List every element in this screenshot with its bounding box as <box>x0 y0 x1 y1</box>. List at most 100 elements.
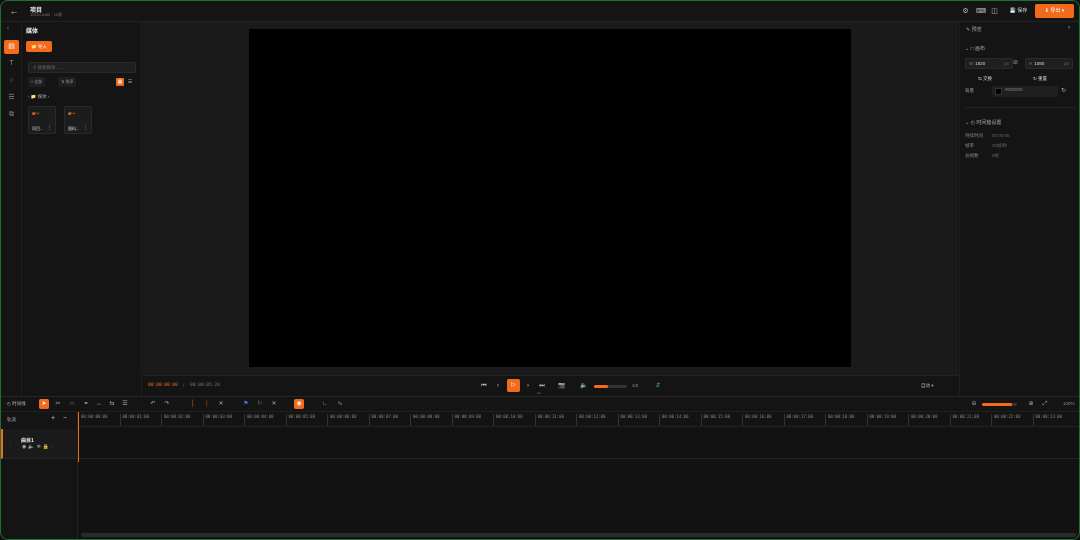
width-field[interactable]: W 1920 px <box>965 58 1013 69</box>
folder-label: 媒体 <box>37 94 47 99</box>
shape-icon[interactable]: ○ <box>4 74 19 88</box>
reset-button-label: 重置 <box>1038 76 1048 81</box>
framerate-row: 帧率 30帧/秒 <box>965 143 1007 149</box>
cut-scissors-icon[interactable]: ✂ <box>53 399 63 409</box>
grid-view-icon[interactable]: ▦ <box>116 78 124 86</box>
step-forward-icon[interactable]: › <box>523 381 533 391</box>
timeline-settings-label: 时间轴设置 <box>976 120 1002 126</box>
export-button[interactable]: ⬇ 导出 ▾ <box>1035 4 1074 18</box>
reset-background-icon[interactable]: ↻ <box>1061 87 1066 94</box>
lock-icon[interactable]: 🔒 <box>43 444 51 450</box>
ruler-tick: 00:00:23:00 <box>1032 414 1062 426</box>
folder-breadcrumb[interactable]: › 📁 媒体 › <box>28 94 49 100</box>
list-view-icon[interactable]: ☰ <box>126 78 134 86</box>
monitor-icon[interactable]: ◫ <box>990 7 999 16</box>
swap-clips-icon[interactable]: ⇆ <box>107 399 117 409</box>
clear-markers-icon[interactable]: ✕ <box>269 399 279 409</box>
reset-button[interactable]: ↻ 重置 <box>1033 74 1047 84</box>
collapse-right-icon[interactable]: › <box>1068 25 1070 31</box>
time-ruler[interactable]: 00:00:00:00 00:00:01:00 00:00:02:00 00:00:0… <box>78 412 1079 427</box>
ruler-tick: 00:00:15:00 <box>700 414 730 426</box>
stretch-icon[interactable]: ↔ <box>94 399 104 409</box>
keyboard-icon[interactable]: ⌨ <box>976 7 986 16</box>
fit-dropdown[interactable]: 自动 ▾ <box>921 383 934 389</box>
ruler-tick: 00:00:12:00 <box>576 414 606 426</box>
link-clips-icon[interactable]: ⚭ <box>81 399 91 409</box>
graph-icon[interactable]: ∟ <box>320 399 330 409</box>
media-library-icon[interactable]: ▤ <box>4 40 19 54</box>
ruler-tick: 00:00:16:00 <box>742 414 772 426</box>
sync-arrows-icon[interactable]: ⇵ <box>653 381 663 391</box>
drag-handle-icon[interactable]: ⋮ <box>8 439 13 445</box>
media-item-label: 图料... <box>68 126 80 131</box>
fit-to-view-icon[interactable]: ⤢ <box>1040 399 1050 409</box>
height-field[interactable]: H 1080 px <box>1025 58 1073 69</box>
ripple-icon[interactable]: ☰ <box>120 399 130 409</box>
ruler-tick: 00:00:08:00 <box>410 414 440 426</box>
timeline-panel: ◴ 时间线 ➤ ✂ ∩ ⚭ ↔ ⇆ ☰ ↶ ↷ │ │ ✕ ⚑ ⚐ ✕ ◉ ∟ … <box>1 396 1079 539</box>
info-value: 0帧 <box>992 153 1000 158</box>
text-icon[interactable]: T <box>4 57 19 71</box>
canvas-section-title[interactable]: ⌄ □ 画布 <box>965 45 985 52</box>
fit-dropdown-label: 自动 <box>921 383 930 388</box>
snapshot-camera-icon[interactable]: 📷 <box>557 381 567 391</box>
split-red-marker-icon[interactable]: │ <box>202 399 212 409</box>
import-button-label: 导入 <box>37 44 47 49</box>
skip-to-end-icon[interactable]: ⏭ <box>537 381 547 391</box>
timeline-scrollbar[interactable] <box>81 533 1076 537</box>
playback-controls: 00:00:00:00 / 00:00:05:20 ⏮ ‹ ▷ › ⏭ 📷 🔈 … <box>143 375 958 396</box>
delete-x-icon[interactable]: ✕ <box>216 399 226 409</box>
background-color-swatch[interactable] <box>995 88 1002 95</box>
volume-icon[interactable]: 🔈 <box>579 381 589 391</box>
effects-icon[interactable]: ⧉ <box>4 108 19 122</box>
flag-outline-icon[interactable]: ⚐ <box>255 399 265 409</box>
ruler-tick: 00:00:18:00 <box>825 414 855 426</box>
track-lane[interactable] <box>78 429 1079 459</box>
background-color-picker[interactable]: #000000 <box>992 86 1058 97</box>
total-timecode: 00:00:05:20 <box>190 383 220 388</box>
sort-button[interactable]: ⇅ 排序 <box>58 77 77 87</box>
media-search-input[interactable]: ⚲ 搜索媒体…… <box>28 62 136 73</box>
back-arrow-icon[interactable]: ← <box>9 6 19 16</box>
filter-button[interactable]: ▿ 全部 <box>28 77 46 87</box>
save-button[interactable]: 💾 保存 <box>1005 5 1032 18</box>
timeline-settings-title[interactable]: ⌄ ◴ 时间轴设置 <box>965 119 1001 126</box>
unlink-icon[interactable]: ⊘ <box>1013 59 1018 66</box>
flag-marker-icon[interactable]: ⚑ <box>241 399 251 409</box>
snap-toggle-icon[interactable]: ◉ <box>294 399 304 409</box>
layers-icon[interactable]: ☰ <box>4 91 19 105</box>
more-options-icon[interactable]: ⋮ <box>83 125 88 131</box>
undo-icon[interactable]: ↶ <box>148 399 158 409</box>
ruler-tick: 00:00:01:00 <box>119 414 149 426</box>
media-item[interactable]: ■↪ 图料... ⋮ <box>64 106 92 134</box>
magnet-icon[interactable]: ∩ <box>67 399 77 409</box>
mute-speaker-icon[interactable]: 🔈 <box>28 444 36 450</box>
step-back-icon[interactable]: ‹ <box>493 381 503 391</box>
waveform-icon[interactable]: ∿ <box>335 399 345 409</box>
skip-to-start-icon[interactable]: ⏮ <box>479 381 489 391</box>
ruler-tick: 00:00:04:00 <box>244 414 274 426</box>
left-tool-rail: ‹ ▤ T ○ ☰ ⧉ <box>1 22 22 396</box>
ruler-tick: 00:00:05:00 <box>285 414 315 426</box>
volume-slider[interactable] <box>594 385 627 388</box>
zoom-out-icon[interactable]: ⊖ <box>969 399 979 409</box>
play-button[interactable]: ▷ <box>507 379 520 392</box>
track-more-icon[interactable]: ⋅ <box>51 444 55 450</box>
track-row[interactable]: ⋮ 曲目1 ◉🔈✲🔒⋅ <box>1 429 78 459</box>
split-marker-icon[interactable]: │ <box>188 399 198 409</box>
add-track-icon[interactable]: + <box>51 415 55 422</box>
remove-track-icon[interactable]: − <box>63 415 67 422</box>
redo-icon[interactable]: ↷ <box>162 399 172 409</box>
playhead[interactable] <box>78 412 79 462</box>
settings-gear-icon[interactable]: ⚙ <box>961 7 970 16</box>
width-label: W <box>969 61 974 66</box>
more-options-icon[interactable]: ⋮ <box>47 125 52 131</box>
preview-canvas[interactable] <box>249 29 851 367</box>
swap-button[interactable]: ⇆ 交换 <box>978 74 992 84</box>
zoom-in-icon[interactable]: ⊕ <box>1026 399 1036 409</box>
select-tool-icon[interactable]: ➤ <box>39 399 49 409</box>
zoom-slider[interactable] <box>982 403 1017 406</box>
import-button[interactable]: 📁 导入 <box>26 41 52 52</box>
collapse-left-icon[interactable]: ‹ <box>7 26 9 32</box>
media-item[interactable]: ■↪ 项目... ⋮ <box>28 106 56 134</box>
